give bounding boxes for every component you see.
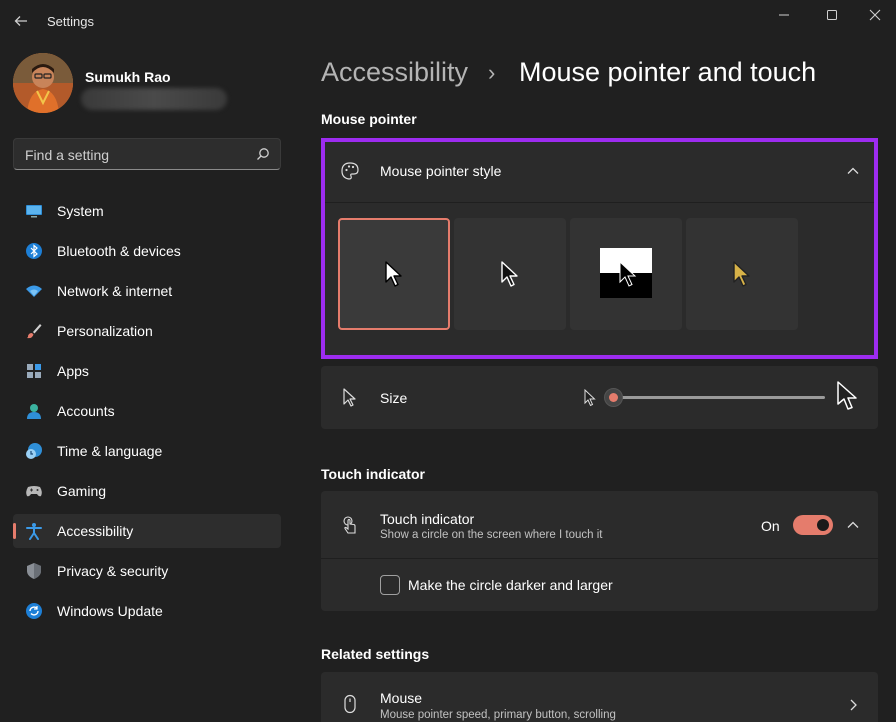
gamepad-icon [26,486,42,497]
darker-circle-label: Make the circle darker and larger [408,577,613,593]
pointer-style-header[interactable]: Mouse pointer style [321,142,878,202]
search-box[interactable]: Find a setting [13,138,281,170]
sidebar-item-label: Apps [57,363,89,379]
close-button[interactable] [853,2,896,28]
cursor-icon [343,388,356,407]
apps-icon [27,364,41,378]
sidebar-item-label: Privacy & security [57,563,169,579]
section-title-mouse-pointer: Mouse pointer [321,111,417,127]
pointer-style-inverted[interactable] [570,218,682,330]
section-title-touch-indicator: Touch indicator [321,466,425,482]
touch-indicator-title: Touch indicator [380,511,475,527]
divider [321,202,878,203]
sidebar-item-personalization[interactable]: Personalization [13,314,281,348]
divider [321,558,878,559]
sidebar-item-accounts[interactable]: Accounts [13,394,281,428]
pointer-style-custom[interactable] [686,218,798,330]
active-indicator [13,523,16,539]
darker-circle-checkbox[interactable] [380,575,400,595]
small-cursor-icon [584,389,596,407]
size-slider-thumb[interactable] [604,388,623,407]
palette-icon [341,162,359,180]
chevron-right-icon[interactable] [846,698,860,712]
maximize-button[interactable] [810,2,854,28]
accessibility-icon [26,523,42,540]
sidebar-item-label: Accounts [57,403,115,419]
update-icon [26,603,42,619]
wifi-icon [26,285,42,297]
globe-clock-icon [26,443,42,459]
black-cursor-icon [501,261,518,287]
pointer-style-black[interactable] [454,218,566,330]
related-mouse-card[interactable]: Mouse Mouse pointer speed, primary butto… [321,672,878,722]
touch-indicator-subtitle: Show a circle on the screen where I touc… [380,529,603,541]
avatar[interactable] [13,53,73,113]
shield-icon [27,563,41,579]
maximize-icon [827,10,837,20]
minimize-icon [779,14,789,16]
brush-icon [27,324,42,339]
sidebar-item-system[interactable]: System [13,194,281,228]
size-slider-track[interactable] [611,396,825,399]
sidebar-item-windows-update[interactable]: Windows Update [13,594,281,628]
sidebar-item-privacy[interactable]: Privacy & security [13,554,281,588]
app-title: Settings [47,14,94,29]
page-title: Mouse pointer and touch [519,57,817,87]
white-cursor-icon [385,261,402,287]
sidebar-item-accessibility[interactable]: Accessibility [13,514,281,548]
related-mouse-title: Mouse [380,690,423,706]
system-icon [26,205,42,218]
slider-thumb-dot [609,393,618,402]
related-mouse-subtitle: Mouse pointer speed, primary button, scr… [380,709,616,721]
search-input[interactable]: Find a setting [25,147,109,163]
sidebar-item-label: Accessibility [57,523,134,539]
toggle-knob [817,519,829,531]
large-cursor-icon [837,381,857,410]
touch-indicator-card: Touch indicator Show a circle on the scr… [321,491,878,611]
sidebar-item-gaming[interactable]: Gaming [13,474,281,508]
touch-indicator-toggle[interactable] [793,515,833,535]
chevron-up-icon[interactable] [846,518,860,532]
size-label: Size [380,390,408,406]
close-icon [869,9,881,21]
custom-color-cursor-icon [733,261,750,287]
user-name: Sumukh Rao [85,69,171,85]
pointer-style-label: Mouse pointer style [380,163,502,179]
search-icon[interactable] [256,147,270,161]
toggle-state-label: On [761,518,780,534]
sidebar-item-bluetooth[interactable]: Bluetooth & devices [13,234,281,268]
breadcrumb-separator: › [488,60,496,85]
minimize-button[interactable] [762,2,806,28]
sidebar-item-label: Personalization [57,323,153,339]
sidebar-item-label: Gaming [57,483,107,499]
sidebar-item-label: System [57,203,104,219]
sidebar-item-label: Windows Update [57,603,163,619]
avatar-image [13,53,73,113]
user-email-redacted [81,88,227,110]
title-bar: Settings [0,0,896,44]
inverted-cursor-icon [600,248,652,298]
sidebar-item-network[interactable]: Network & internet [13,274,281,308]
back-button[interactable] [10,10,32,32]
sidebar-item-label: Network & internet [57,283,173,299]
section-title-related-settings: Related settings [321,646,430,662]
sidebar-item-label: Time & language [57,443,163,459]
bluetooth-icon [26,243,42,259]
pointer-style-white[interactable] [338,218,450,330]
touch-icon [343,516,356,534]
back-arrow-icon [14,16,27,26]
breadcrumb-parent[interactable]: Accessibility [321,57,468,88]
accounts-icon [27,404,41,419]
sidebar-item-apps[interactable]: Apps [13,354,281,388]
sidebar-item-time-language[interactable]: Time & language [13,434,281,468]
mouse-icon [344,694,356,714]
sidebar-item-label: Bluetooth & devices [57,243,181,259]
chevron-up-icon[interactable] [846,164,860,178]
